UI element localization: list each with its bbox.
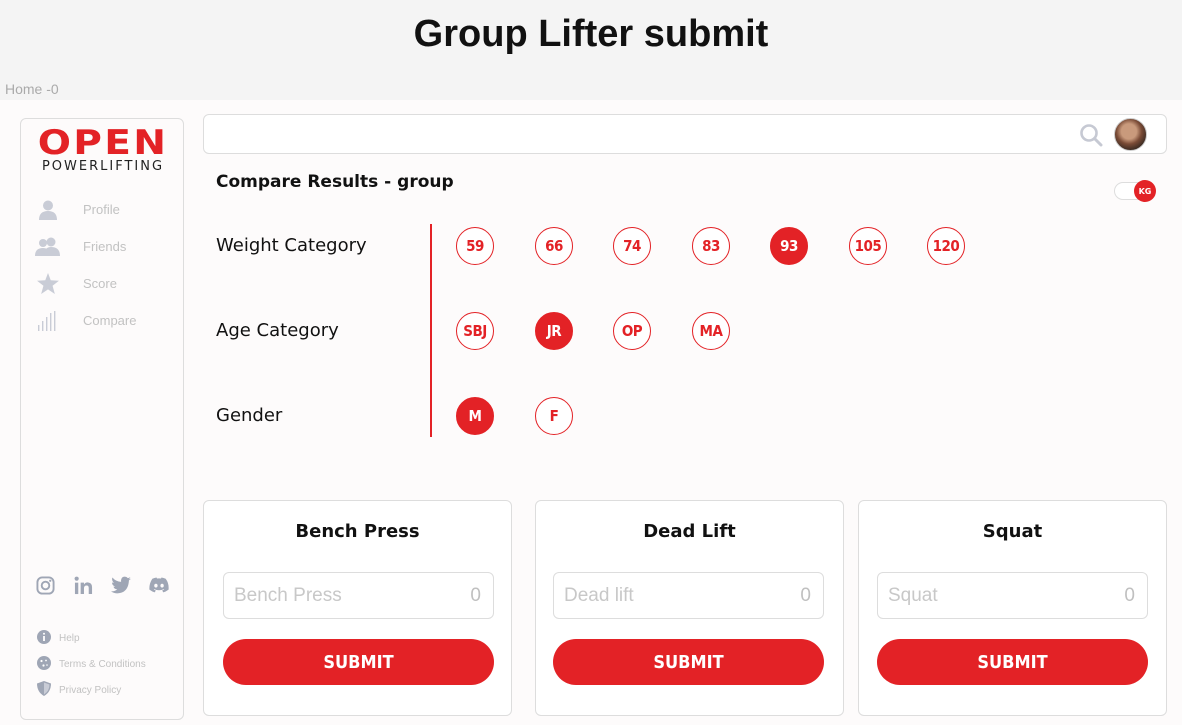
weight-option-59[interactable]: 59 [456,227,494,265]
bench-press-card: Bench Press 0 SUBMIT [203,500,512,716]
dead-lift-input[interactable] [564,581,784,611]
breadcrumb[interactable]: Home -0 [5,81,59,97]
bench-press-field: 0 [223,572,494,619]
twitter-icon[interactable] [111,575,131,595]
weight-option-105[interactable]: 105 [849,227,887,265]
dead-lift-submit-button[interactable]: SUBMIT [553,639,824,685]
sidebar-item-label: Score [83,276,117,291]
search-input[interactable] [214,121,1054,147]
unit-toggle[interactable]: KG [1114,180,1156,202]
bench-press-submit-button[interactable]: SUBMIT [223,639,494,685]
weight-option-74[interactable]: 74 [613,227,651,265]
sidebar-item-profile[interactable]: Profile [35,191,175,228]
search-bar [203,114,1167,154]
squat-value: 0 [1124,585,1135,606]
weight-option-83[interactable]: 83 [692,227,730,265]
weight-category-label: Weight Category [216,235,367,256]
card-title: Bench Press [295,521,420,542]
logo-title: OPEN [37,123,169,163]
sidebar-nav: Profile Friends Score Compare [35,191,175,339]
sidebar-footer: Help Terms & Conditions Privacy Policy [37,625,146,703]
terms-link[interactable]: Terms & Conditions [37,651,146,677]
squat-field: 0 [877,572,1148,619]
weight-option-66[interactable]: 66 [535,227,573,265]
sidebar-item-label: Profile [83,202,120,217]
age-option-op[interactable]: OP [613,312,651,350]
star-icon [35,273,61,295]
help-label: Help [59,632,80,644]
sidebar-item-score[interactable]: Score [35,265,175,302]
privacy-link[interactable]: Privacy Policy [37,677,146,703]
friends-icon [35,236,61,258]
dead-lift-field: 0 [553,572,824,619]
search-icon[interactable] [1079,123,1103,151]
squat-input[interactable] [888,581,1108,611]
terms-label: Terms & Conditions [59,658,146,670]
logo[interactable]: OPEN POWERLIFTING [33,125,173,174]
age-option-ma[interactable]: MA [692,312,730,350]
user-icon [35,199,61,221]
age-option-sbj[interactable]: SBJ [456,312,494,350]
toggle-knob: KG [1134,180,1156,202]
weight-option-93[interactable]: 93 [770,227,808,265]
page-title: Group Lifter submit [413,13,769,55]
filter-divider [430,224,432,437]
bench-press-input[interactable] [234,581,454,611]
sidebar-item-label: Compare [83,313,137,328]
gender-option-m[interactable]: M [456,397,494,435]
page-header: Group Lifter submit [0,0,1182,80]
cookie-icon [37,655,51,674]
section-title: Compare Results - group [216,172,454,192]
squat-card: Squat 0 SUBMIT [858,500,1167,716]
sidebar: OPEN POWERLIFTING Profile Friends Score [20,118,184,720]
gender-label: Gender [216,405,283,426]
shield-icon [37,680,51,700]
sidebar-item-label: Friends [83,239,127,254]
age-option-jr[interactable]: JR [535,312,573,350]
bench-press-value: 0 [470,585,481,606]
card-title: Squat [982,521,1043,542]
dead-lift-card: Dead Lift 0 SUBMIT [535,500,844,716]
weight-option-120[interactable]: 120 [927,227,965,265]
privacy-label: Privacy Policy [59,684,122,696]
instagram-icon[interactable] [35,575,55,595]
card-title: Dead Lift [643,521,736,542]
squat-submit-button[interactable]: SUBMIT [877,639,1148,685]
sidebar-item-friends[interactable]: Friends [35,228,175,265]
age-category-label: Age Category [216,320,339,341]
linkedin-icon[interactable] [73,575,93,595]
help-link[interactable]: Help [37,625,146,651]
dead-lift-value: 0 [800,585,811,606]
discord-icon[interactable] [149,575,169,595]
gender-option-f[interactable]: F [535,397,573,435]
info-icon [37,629,51,648]
bar-chart-icon [35,310,61,332]
social-links [35,575,169,595]
avatar[interactable] [1114,118,1147,151]
sidebar-item-compare[interactable]: Compare [35,302,175,339]
